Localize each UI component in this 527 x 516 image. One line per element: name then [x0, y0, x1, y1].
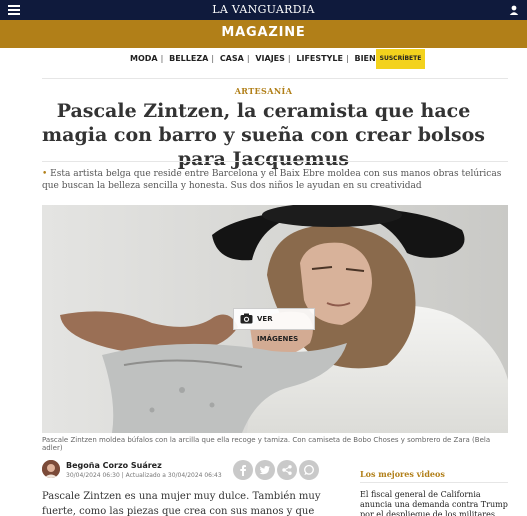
bullet-icon: • — [42, 169, 51, 179]
article-body: Pascale Zintzen es una mujer muy dulce. … — [42, 491, 321, 516]
twitter-share-button[interactable] — [255, 460, 275, 480]
camera-icon — [240, 313, 253, 324]
nav-separator: | — [211, 54, 215, 63]
avatar[interactable] — [42, 460, 60, 478]
sidebar-heading[interactable]: Los mejores videos — [360, 469, 445, 479]
summary-text: Esta artista belga que reside entre Barc… — [42, 169, 502, 191]
article-section-label[interactable]: ARTESANÍA — [0, 86, 527, 96]
section-nav: MODA | BELLEZA | CASA | VIAJES | LIFESTYLE | … — [0, 48, 527, 70]
facebook-icon — [240, 465, 246, 476]
facebook-share-button[interactable] — [233, 460, 253, 480]
nav-item-viajes[interactable]: VIAJES — [255, 54, 285, 63]
whatsapp-icon — [304, 464, 314, 475]
article-dates: 30/04/2024 06:30 | Actualizado a 30/04/2… — [66, 472, 222, 479]
nav-item-lifestyle[interactable]: LIFESTYLE — [296, 54, 343, 63]
nav-item-belleza[interactable]: BELLEZA — [169, 54, 208, 63]
article-summary: • Esta artista belga que reside entre Ba… — [42, 168, 508, 192]
author-name[interactable]: Begoña Corzo Suárez — [66, 461, 162, 470]
share-button[interactable] — [277, 460, 297, 480]
divider — [42, 161, 508, 162]
view-gallery-label: VER IMÁGENES — [257, 315, 299, 343]
nav-separator: | — [345, 54, 349, 63]
subscribe-button[interactable]: SUSCRÍBETE — [376, 49, 425, 69]
nav-item-casa[interactable]: CASA — [220, 54, 244, 63]
nav-separator: | — [160, 54, 164, 63]
divider — [360, 482, 508, 483]
view-gallery-button[interactable]: VER IMÁGENES — [233, 308, 315, 343]
sidebar-video-link[interactable]: El fiscal general de California anuncia … — [360, 490, 508, 516]
top-bar: LA VANGUARDIA — [0, 0, 527, 20]
image-caption: Pascale Zintzen moldea búfalos con la ar… — [42, 436, 491, 452]
whatsapp-share-button[interactable] — [299, 460, 319, 480]
magazine-title[interactable]: MAGAZINE — [0, 25, 527, 40]
nav-separator: | — [287, 54, 291, 63]
nav-separator: | — [246, 54, 250, 63]
magazine-bar: MAGAZINE — [0, 20, 527, 48]
share-icon — [282, 465, 292, 475]
brand-logo[interactable]: LA VANGUARDIA — [0, 3, 527, 16]
divider — [42, 78, 508, 79]
user-icon[interactable] — [509, 5, 519, 15]
nav-item-moda[interactable]: MODA — [130, 54, 158, 63]
twitter-icon — [259, 466, 270, 475]
